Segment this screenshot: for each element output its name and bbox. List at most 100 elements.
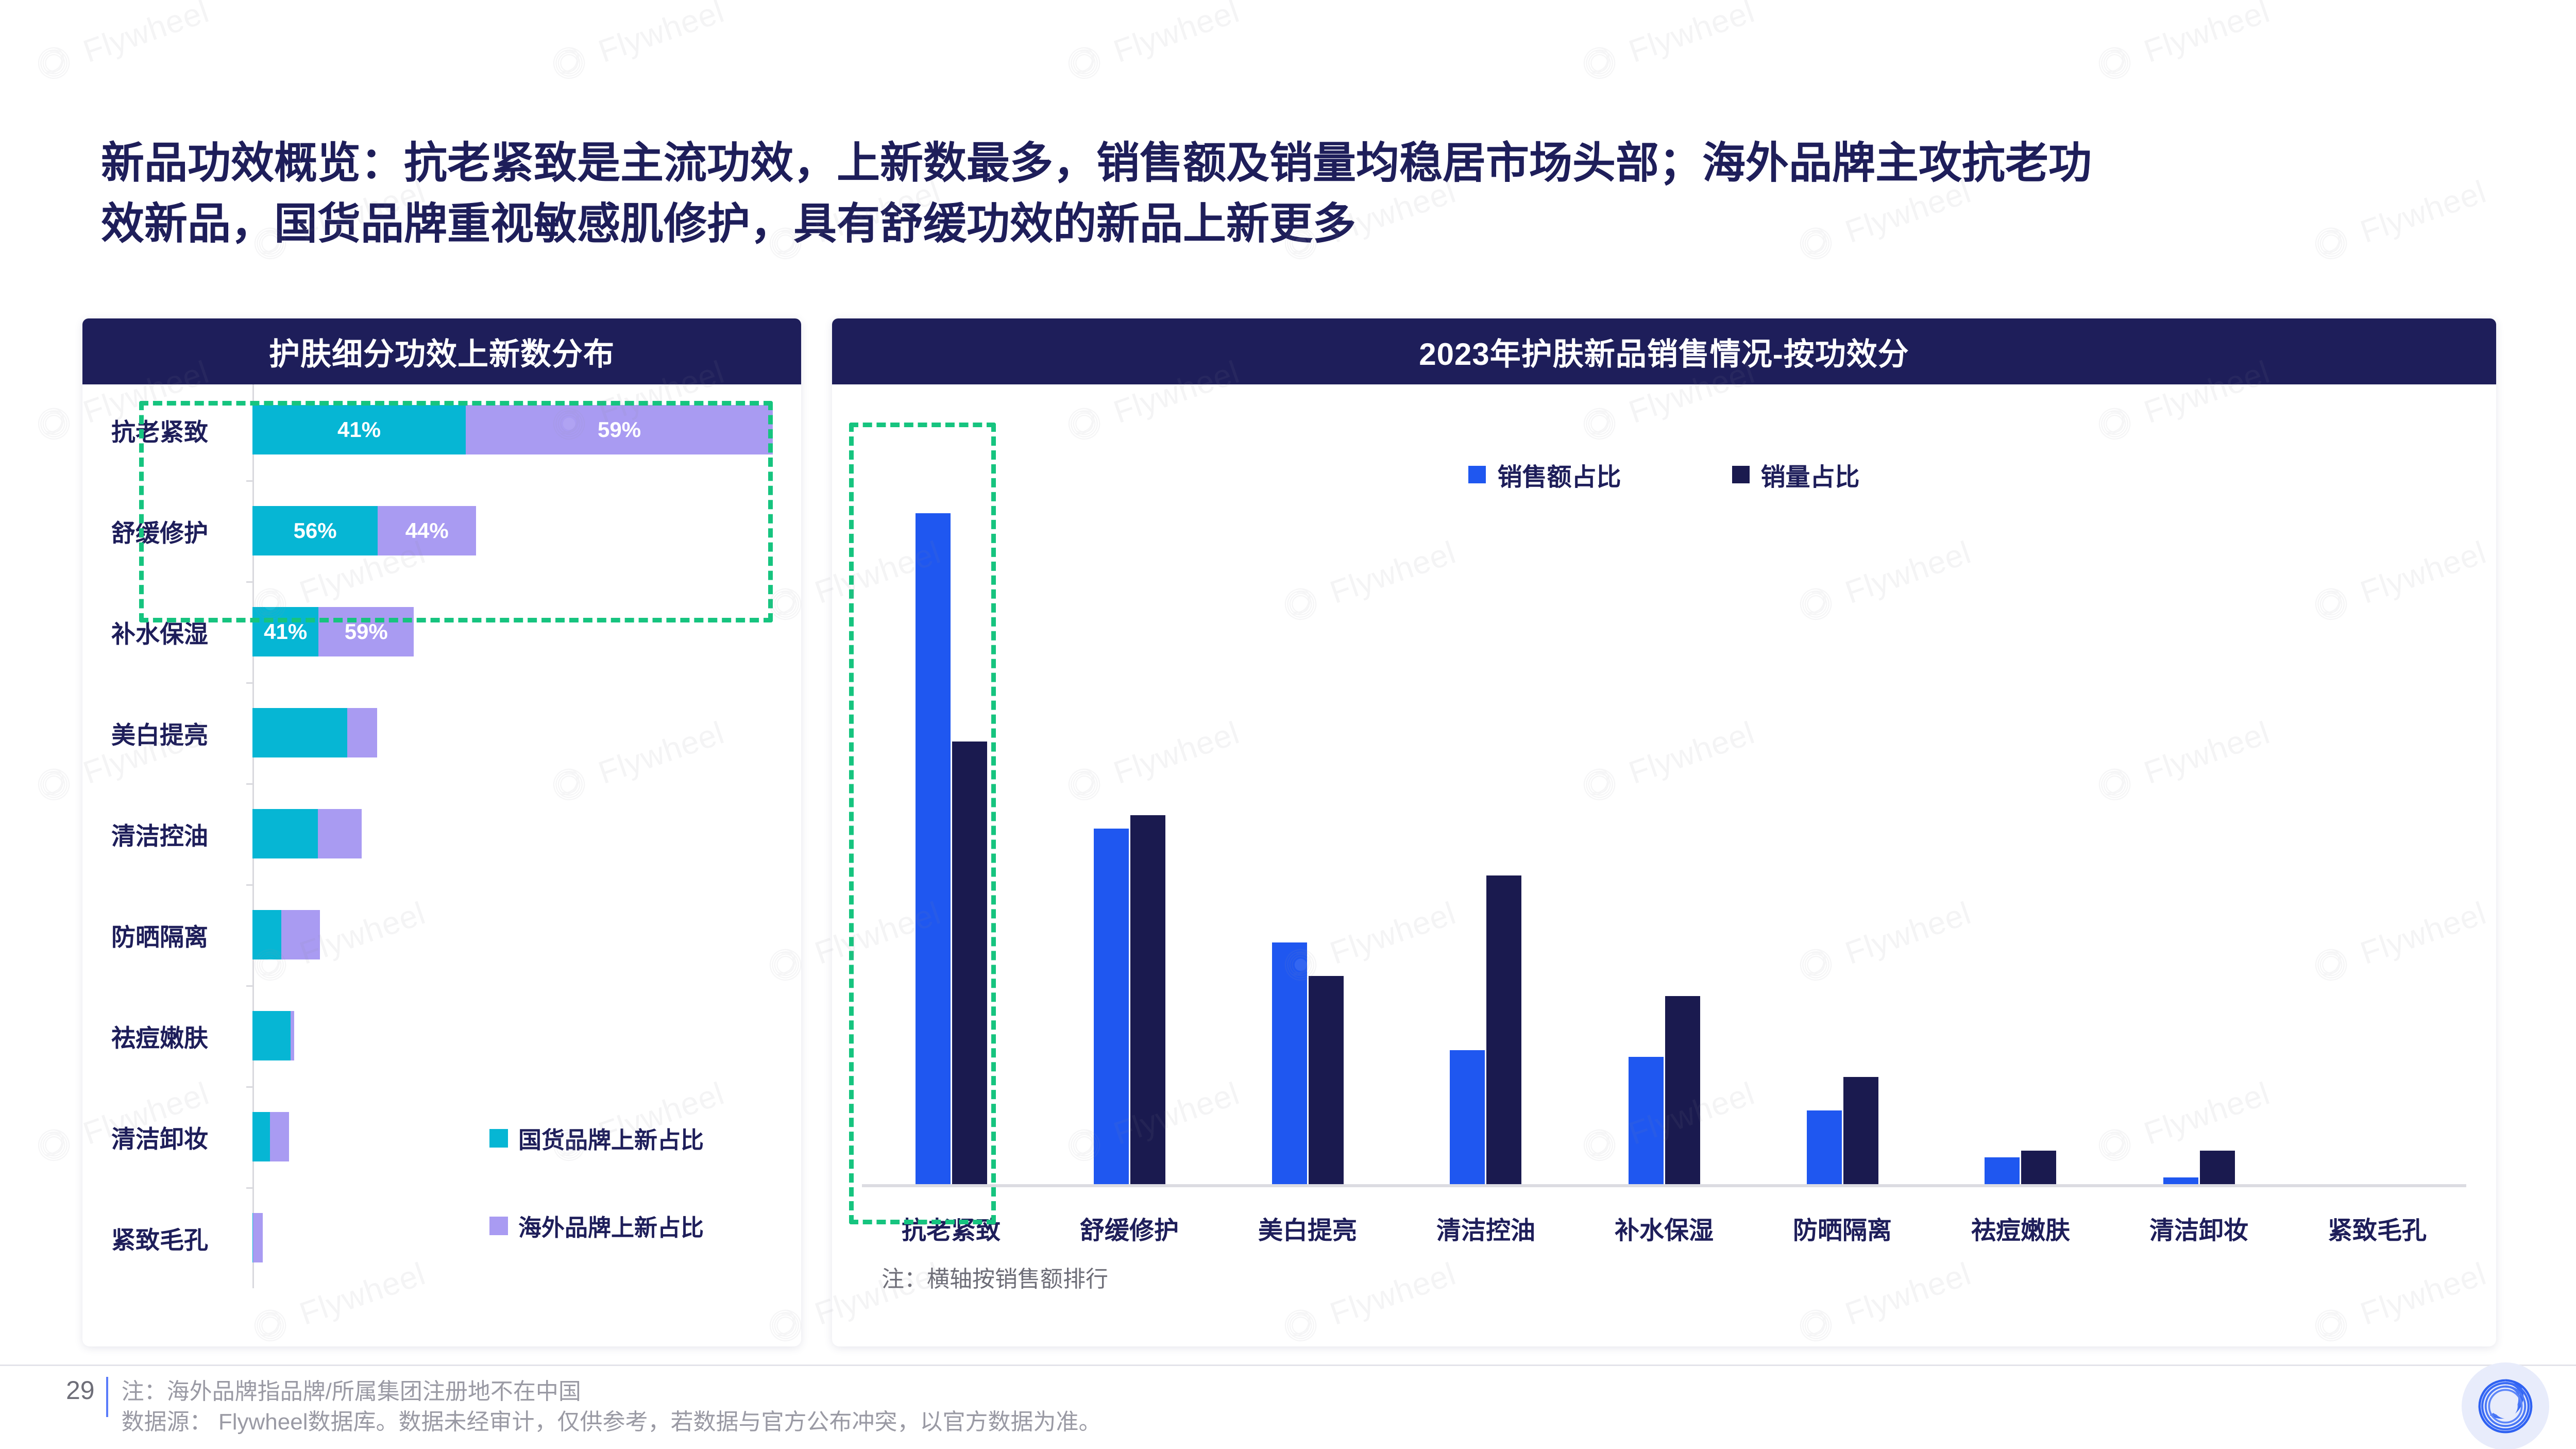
right-category-label: 美白提亮 (1258, 1217, 1357, 1244)
right-bar-group[interactable] (2288, 513, 2466, 1184)
left-stacked-bar[interactable] (252, 1213, 263, 1262)
right-chart-plot: 销售额占比 销量占比 抗老紧致 舒缓修护 美白提亮 清洁控油 补水保湿 防晒隔离 祛痘嫩肤 清… (832, 384, 2496, 1346)
right-category-label: 清洁卸妆 (2149, 1217, 2248, 1244)
left-bar-segment-overseas: 59% (318, 607, 414, 656)
right-bar-sales-volume (952, 741, 987, 1184)
left-chart-legend: 国货品牌上新占比 海外品牌上新占比 (489, 1121, 704, 1296)
right-bar-sales-amount (1272, 942, 1307, 1184)
watermark: Flywheel (545, 0, 730, 87)
left-axis-tick (246, 1086, 254, 1088)
flywheel-watermark-icon (38, 768, 70, 801)
left-axis-tick (246, 682, 254, 684)
left-stacked-bar[interactable] (252, 910, 320, 959)
flywheel-logo (2462, 1362, 2549, 1449)
left-axis-tick (246, 581, 254, 583)
left-axis-tick (246, 1187, 254, 1189)
left-chart-plot: 抗老紧致 41% 59% 舒缓修护 56% 44% 补水保湿 41% 59% 美白提亮 清洁控油 防晒… (82, 384, 801, 1346)
legend-swatch-overseas (489, 1216, 508, 1235)
right-bar-sales-amount (1628, 1056, 1664, 1184)
left-bar-segment-overseas (252, 1213, 263, 1262)
right-bar-group[interactable] (2110, 513, 2288, 1184)
footer-notes: 注：海外品牌指品牌/所属集团注册地不在中国 数据源： Flywheel数据库。数… (122, 1377, 1101, 1438)
left-bar-row: 舒缓修护 56% 44% (82, 506, 801, 555)
flywheel-watermark-icon (2098, 47, 2131, 79)
right-bar-group[interactable] (1397, 513, 1575, 1184)
legend-label-overseas: 海外品牌上新占比 (518, 1215, 704, 1241)
right-category-label: 补水保湿 (1614, 1217, 1714, 1244)
footer-accent-bar (106, 1377, 108, 1417)
watermark: Flywheel (30, 0, 214, 87)
left-bar-value-label: 44% (405, 518, 449, 543)
title-line-2: 效新品，国货品牌重视敏感肌修护，具有舒缓功效的新品上新更多 (101, 199, 1357, 248)
flywheel-watermark-icon (1583, 47, 1616, 79)
right-bar-sales-amount (1806, 1110, 1842, 1184)
legend-swatch-sales-amount (1468, 466, 1486, 483)
left-bar-segment-domestic (252, 1112, 270, 1161)
left-bar-segment-overseas (269, 1112, 289, 1161)
left-bar-segment-overseas (347, 708, 378, 757)
right-chart-card: 2023年护肤新品销售情况-按功效分 销售额占比 销量占比 抗老紧致 舒缓修护 美白… (832, 318, 2496, 1346)
footer: 29 注：海外品牌指品牌/所属集团注册地不在中国 数据源： Flywheel数据… (66, 1377, 1101, 1438)
left-bar-segment-domestic: 41% (252, 607, 319, 656)
left-stacked-bar[interactable]: 56% 44% (252, 506, 477, 555)
right-bar-sales-amount (2163, 1177, 2198, 1184)
left-axis-tick (246, 985, 254, 987)
legend-swatch-domestic (489, 1128, 508, 1148)
footer-source: 数据源： Flywheel数据库。数据未经审计，仅供参考，若数据与官方公布冲突，… (121, 1409, 1101, 1435)
watermark-text: Flywheel (1624, 0, 1759, 70)
flywheel-watermark-icon (553, 47, 585, 79)
left-bar-segment-overseas: 59% (466, 405, 773, 454)
left-stacked-bar[interactable]: 41% 59% (252, 607, 414, 656)
left-category-label: 防晒隔离 (111, 923, 208, 951)
left-category-label: 祛痘嫩肤 (111, 1024, 208, 1052)
right-bar-sales-volume (1130, 815, 1165, 1184)
right-bar-group[interactable] (862, 513, 1040, 1184)
watermark: Flywheel (1060, 0, 1245, 87)
left-category-label: 舒缓修护 (111, 519, 208, 547)
watermark-text: Flywheel (2139, 0, 2275, 70)
flywheel-watermark-icon (1068, 47, 1100, 79)
right-bar-group[interactable] (1040, 513, 1218, 1184)
left-bar-segment-overseas (291, 1011, 294, 1060)
right-category-label: 防晒隔离 (1792, 1217, 1892, 1244)
title-line-1: 新品功效概览：抗老紧致是主流功效，上新数最多，销售额及销量均稳居市场头部；海外品… (101, 139, 2092, 187)
right-chart-note: 注：横轴按销售额排行 (882, 1267, 1108, 1292)
right-bar-sales-amount (1985, 1157, 2020, 1184)
left-bar-segment-overseas (281, 910, 320, 959)
right-bar-sales-amount (1093, 828, 1129, 1184)
right-bar-sales-volume (2199, 1150, 2235, 1184)
flywheel-watermark-icon (38, 1129, 70, 1161)
left-bar-row: 美白提亮 (82, 708, 801, 757)
legend-swatch-sales-volume (1732, 466, 1750, 483)
left-stacked-bar[interactable]: 41% 59% (252, 405, 773, 454)
right-bar-sales-volume (1665, 996, 1700, 1184)
right-bar-group[interactable] (1931, 513, 2110, 1184)
left-bar-row: 祛痘嫩肤 (82, 1011, 801, 1060)
left-stacked-bar[interactable] (252, 1112, 289, 1161)
right-bar-group[interactable] (1575, 513, 1753, 1184)
left-stacked-bar[interactable] (252, 1011, 294, 1060)
left-axis-tick (246, 783, 254, 785)
right-bar-group[interactable] (1218, 513, 1397, 1184)
left-bar-segment-domestic (252, 708, 348, 757)
left-stacked-bar[interactable] (252, 809, 362, 858)
left-axis-tick (246, 480, 254, 482)
left-axis-tick (246, 884, 254, 886)
legend-item-sales-volume: 销量占比 (1732, 457, 1860, 493)
right-bar-sales-amount (1450, 1050, 1485, 1184)
watermark: Flywheel (1575, 0, 1760, 87)
left-bar-segment-domestic: 56% (252, 506, 378, 555)
legend-label-sales-volume: 销量占比 (1760, 464, 1860, 491)
legend-item-overseas: 海外品牌上新占比 (489, 1209, 704, 1242)
right-bar-sales-volume (1486, 875, 1522, 1184)
left-bar-value-label: 56% (293, 518, 337, 543)
left-stacked-bar[interactable] (252, 708, 378, 757)
left-category-label: 清洁控油 (111, 822, 208, 850)
right-bar-group[interactable] (1753, 513, 1931, 1184)
left-chart-card: 护肤细分功效上新数分布 抗老紧致 41% 59% 舒缓修护 56% 44% 补水保湿 41% 5… (82, 318, 801, 1346)
legend-item-sales-amount: 销售额占比 (1468, 457, 1621, 493)
page-title: 新品功效概览：抗老紧致是主流功效，上新数最多，销售额及销量均稳居市场头部；海外品… (101, 133, 2383, 254)
watermark-text: Flywheel (1109, 0, 1244, 70)
left-category-label: 美白提亮 (111, 721, 208, 749)
left-category-label: 抗老紧致 (111, 418, 208, 446)
